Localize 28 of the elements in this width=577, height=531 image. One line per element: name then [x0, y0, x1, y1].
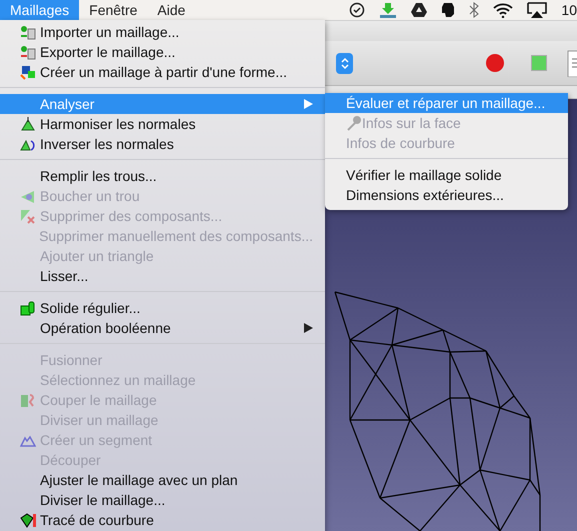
- download-icon[interactable]: [379, 2, 398, 18]
- menu-item[interactable]: Remplir les trous...: [0, 166, 325, 186]
- airplay-icon[interactable]: [527, 2, 548, 18]
- submenu-arrow-icon: [304, 323, 313, 333]
- dropdown-stepper[interactable]: [336, 52, 353, 74]
- menu-bar-item[interactable]: Fenêtre: [79, 0, 148, 20]
- menu-item[interactable]: Ajuster le maillage avec un plan: [0, 470, 325, 490]
- menu-item[interactable]: Solide régulier...: [0, 298, 325, 318]
- menu-item[interactable]: Inverser les normales: [0, 134, 325, 154]
- menu-item[interactable]: Créer un maillage à partir d'une forme...: [0, 62, 325, 82]
- up-down-chevron-icon: [340, 56, 348, 70]
- menu-item[interactable]: Opération booléenne: [0, 318, 325, 338]
- menu-bar-item[interactable]: Aide: [147, 0, 196, 20]
- menu-item[interactable]: Vérifier le maillage solide: [325, 165, 568, 185]
- menu-item[interactable]: Dimensions extérieures...: [325, 185, 568, 205]
- menu-item[interactable]: Tracé de courbure: [0, 510, 325, 530]
- record-icon[interactable]: [485, 53, 505, 73]
- checkmark-icon[interactable]: [349, 2, 366, 18]
- bluetooth-icon[interactable]: [469, 2, 480, 18]
- menu-item[interactable]: Lisser...: [0, 266, 325, 286]
- wifi-icon[interactable]: [493, 2, 514, 18]
- submenu-arrow-icon: [304, 99, 313, 109]
- menu-bar-clock: 10: [561, 2, 577, 18]
- menu-item[interactable]: Diviser le maillage...: [0, 490, 325, 510]
- menu-item[interactable]: Exporter le maillage...: [0, 42, 325, 62]
- menu-item[interactable]: Harmoniser les normales: [0, 114, 325, 134]
- triangle-logo-icon[interactable]: [411, 3, 428, 17]
- menu-item[interactable]: Importer un maillage...: [0, 22, 325, 42]
